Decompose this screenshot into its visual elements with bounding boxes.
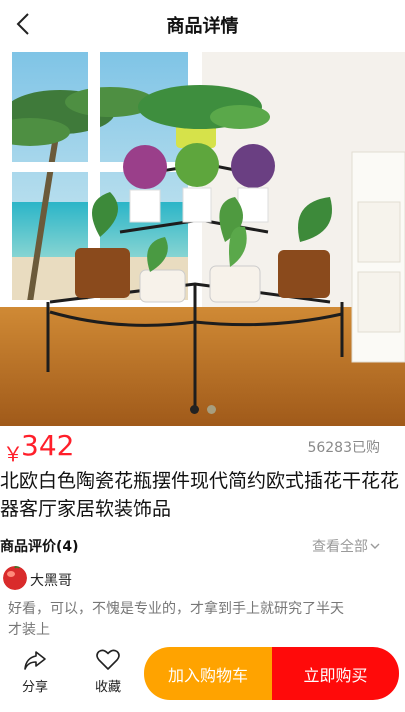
chevron-left-icon bbox=[16, 13, 29, 35]
share-label: 分享 bbox=[21, 680, 48, 695]
product-image-carousel[interactable] bbox=[0, 52, 405, 426]
view-all-reviews-link[interactable]: 查看全部 bbox=[312, 536, 380, 556]
avatar-icon bbox=[3, 566, 27, 590]
favorite-button[interactable]: 收藏 bbox=[83, 648, 133, 700]
page-title: 商品详情 bbox=[166, 16, 239, 37]
chevron-down-icon bbox=[370, 543, 380, 549]
buy-now-button[interactable]: 立即购买 bbox=[272, 647, 399, 700]
heart-icon bbox=[96, 649, 120, 670]
price-row: ￥ 342 56283已购 bbox=[0, 428, 405, 466]
bottom-action-bar: 分享 收藏 加入购物车 立即购买 bbox=[0, 640, 405, 712]
view-all-label: 查看全部 bbox=[312, 539, 368, 555]
reviews-header: 商品评价(4) 查看全部 bbox=[0, 536, 405, 556]
sold-count: 56283已购 bbox=[307, 440, 380, 456]
header: 商品详情 bbox=[0, 0, 405, 50]
reviews-title: 商品评价(4) bbox=[0, 539, 79, 555]
product-title: 北欧白色陶瓷花瓶摆件现代简约欧式插花干花花器客厅家居软装饰品 bbox=[0, 470, 400, 520]
carousel-dot-2[interactable] bbox=[206, 405, 216, 414]
carousel-dot-1[interactable] bbox=[189, 405, 199, 414]
flower-stand-photo bbox=[0, 52, 405, 426]
carousel-indicator bbox=[0, 405, 405, 414]
share-button[interactable]: 分享 bbox=[10, 648, 60, 700]
add-to-cart-button[interactable]: 加入购物车 bbox=[144, 647, 272, 700]
review-text: 好看，可以，不愧是专业的，才拿到手上就研究了半天才装上 bbox=[8, 601, 344, 638]
share-icon bbox=[24, 651, 46, 670]
price-value: 342 bbox=[21, 429, 75, 462]
price-currency: ￥ bbox=[3, 442, 23, 466]
reviewer-name: 大黑哥 bbox=[30, 573, 72, 589]
favorite-label: 收藏 bbox=[94, 680, 121, 695]
back-button[interactable] bbox=[10, 10, 38, 38]
